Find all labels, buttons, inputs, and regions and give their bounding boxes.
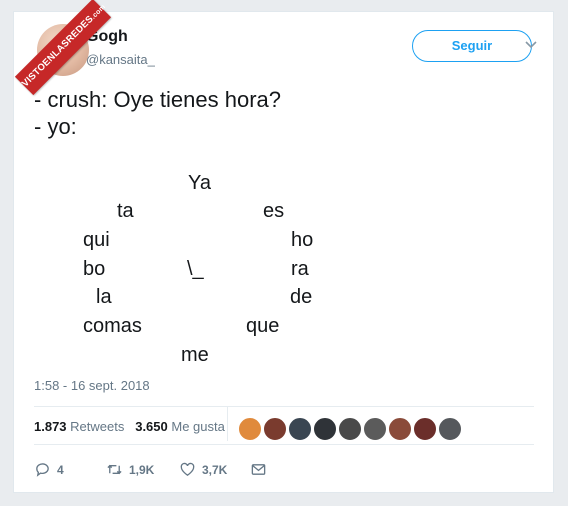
poem-word: qui bbox=[83, 229, 110, 251]
heart-icon bbox=[180, 462, 195, 476]
liker-avatar[interactable] bbox=[413, 417, 437, 441]
poem-word: me bbox=[181, 344, 209, 366]
retweet-count: 1,9K bbox=[129, 462, 155, 477]
tweet-card: VISTOENLASREDES.com Gogh @kansaita_ Segu… bbox=[13, 0, 554, 493]
poem-word: ra bbox=[291, 258, 309, 280]
poem-word: comas bbox=[83, 315, 142, 337]
tweet-stats: 1.873 Retweets 3.650 Me gusta bbox=[34, 419, 225, 434]
poem-word: es bbox=[263, 200, 285, 222]
liker-avatar[interactable] bbox=[263, 417, 287, 441]
envelope-icon bbox=[251, 464, 266, 475]
tweet-text: - crush: Oye tienes hora? - yo: bbox=[34, 86, 281, 140]
liker-avatar[interactable] bbox=[363, 417, 387, 441]
retweet-button[interactable]: 1,9K bbox=[106, 461, 154, 478]
reply-icon bbox=[36, 463, 49, 477]
retweets-stat[interactable]: 1.873 Retweets bbox=[34, 419, 124, 434]
divider bbox=[34, 406, 534, 407]
follow-button[interactable]: Seguir bbox=[412, 30, 532, 62]
like-count: 3,7K bbox=[202, 462, 228, 477]
chevron-down-icon[interactable] bbox=[523, 36, 539, 52]
poem-word: la bbox=[96, 286, 112, 308]
retweet-icon bbox=[107, 464, 122, 475]
poem-word: ho bbox=[291, 229, 314, 251]
poem-word: de bbox=[290, 286, 313, 308]
liker-avatar[interactable] bbox=[438, 417, 462, 441]
liker-avatar[interactable] bbox=[238, 417, 262, 441]
poem-word: Ya bbox=[188, 172, 211, 194]
poem-word: ta bbox=[117, 200, 134, 222]
liker-avatar[interactable] bbox=[288, 417, 312, 441]
tweet-line-1: - crush: Oye tienes hora? bbox=[34, 87, 282, 112]
liker-avatar[interactable] bbox=[338, 417, 362, 441]
poem-word: \_ bbox=[187, 258, 204, 280]
reply-count: 4 bbox=[57, 462, 64, 477]
like-button[interactable]: 3,7K bbox=[179, 461, 227, 478]
likes-stat[interactable]: 3.650 Me gusta bbox=[135, 419, 225, 434]
liker-avatar[interactable] bbox=[388, 417, 412, 441]
liker-avatar[interactable] bbox=[313, 417, 337, 441]
reply-button[interactable]: 4 bbox=[34, 461, 64, 478]
user-handle[interactable]: @kansaita_ bbox=[86, 52, 155, 67]
poem-word: bo bbox=[83, 258, 106, 280]
divider bbox=[34, 444, 534, 445]
stats-separator bbox=[227, 407, 228, 441]
poem-word: que bbox=[246, 315, 280, 337]
watermark-ribbon: VISTOENLASREDES.com bbox=[14, 0, 112, 96]
message-button[interactable] bbox=[250, 461, 267, 478]
timestamp[interactable]: 1:58 - 16 sept. 2018 bbox=[34, 378, 150, 393]
tweet-line-2: - yo: bbox=[34, 114, 77, 139]
